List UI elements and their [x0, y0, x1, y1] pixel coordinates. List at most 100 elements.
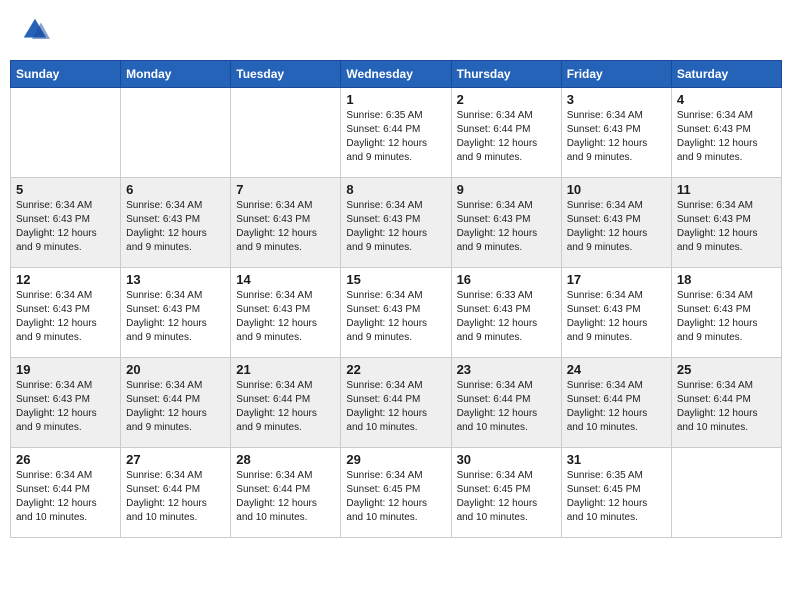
week-row-5: 26 Sunrise: 6:34 AM Sunset: 6:44 PM Dayli…	[11, 448, 782, 538]
cell-info: Sunrise: 6:34 AM Sunset: 6:43 PM Dayligh…	[236, 199, 335, 255]
cell-info: Sunrise: 6:34 AM Sunset: 6:43 PM Dayligh…	[567, 199, 666, 255]
week-row-4: 19 Sunrise: 6:34 AM Sunset: 6:43 PM Dayli…	[11, 358, 782, 448]
cell-info: Sunrise: 6:34 AM Sunset: 6:43 PM Dayligh…	[457, 199, 556, 255]
cell-info: Sunrise: 6:34 AM Sunset: 6:43 PM Dayligh…	[16, 199, 115, 255]
date-number: 2	[457, 92, 556, 107]
table-cell	[671, 448, 781, 538]
date-number: 19	[16, 362, 115, 377]
table-cell	[231, 88, 341, 178]
cell-info: Sunrise: 6:34 AM Sunset: 6:44 PM Dayligh…	[236, 379, 335, 435]
date-number: 12	[16, 272, 115, 287]
cell-info: Sunrise: 6:35 AM Sunset: 6:45 PM Dayligh…	[567, 469, 666, 525]
table-cell: 10 Sunrise: 6:34 AM Sunset: 6:43 PM Dayli…	[561, 178, 671, 268]
table-cell: 21 Sunrise: 6:34 AM Sunset: 6:44 PM Dayli…	[231, 358, 341, 448]
table-cell: 22Sunrise: 6:34 AM Sunset: 6:44 PM Dayli…	[341, 358, 451, 448]
cell-info: Sunrise: 6:34 AM Sunset: 6:43 PM Dayligh…	[346, 289, 445, 345]
cell-info: Sunrise: 6:34 AM Sunset: 6:43 PM Dayligh…	[236, 289, 335, 345]
table-cell: 26 Sunrise: 6:34 AM Sunset: 6:44 PM Dayli…	[11, 448, 121, 538]
table-cell: 19 Sunrise: 6:34 AM Sunset: 6:43 PM Dayli…	[11, 358, 121, 448]
cell-info: Sunrise: 6:34 AM Sunset: 6:44 PM Dayligh…	[677, 379, 776, 435]
table-cell: 30Sunrise: 6:34 AM Sunset: 6:45 PM Dayli…	[451, 448, 561, 538]
week-row-3: 12 Sunrise: 6:34 AM Sunset: 6:43 PM Dayli…	[11, 268, 782, 358]
date-number: 14	[236, 272, 335, 287]
date-number: 23	[457, 362, 556, 377]
logo-icon	[20, 15, 50, 45]
table-cell: 17Sunrise: 6:34 AM Sunset: 6:43 PM Dayli…	[561, 268, 671, 358]
cell-info: Sunrise: 6:34 AM Sunset: 6:44 PM Dayligh…	[16, 469, 115, 525]
header-row: Sunday Monday Tuesday Wednesday Thursday…	[11, 61, 782, 88]
cell-info: Sunrise: 6:34 AM Sunset: 6:43 PM Dayligh…	[16, 289, 115, 345]
table-cell: 12 Sunrise: 6:34 AM Sunset: 6:43 PM Dayli…	[11, 268, 121, 358]
date-number: 24	[567, 362, 666, 377]
day-header-wednesday: Wednesday	[341, 61, 451, 88]
date-number: 11	[677, 182, 776, 197]
week-row-1: 1 Sunrise: 6:35 AM Sunset: 6:44 PM Daylig…	[11, 88, 782, 178]
date-number: 7	[236, 182, 335, 197]
cell-info: Sunrise: 6:34 AM Sunset: 6:43 PM Dayligh…	[346, 199, 445, 255]
table-cell: 4Sunrise: 6:34 AM Sunset: 6:43 PM Daylig…	[671, 88, 781, 178]
table-cell: 6 Sunrise: 6:34 AM Sunset: 6:43 PM Daylig…	[121, 178, 231, 268]
date-number: 16	[457, 272, 556, 287]
date-number: 6	[126, 182, 225, 197]
date-number: 10	[567, 182, 666, 197]
table-cell: 24Sunrise: 6:34 AM Sunset: 6:44 PM Dayli…	[561, 358, 671, 448]
date-number: 5	[16, 182, 115, 197]
table-cell: 14 Sunrise: 6:34 AM Sunset: 6:43 PM Dayli…	[231, 268, 341, 358]
table-cell	[121, 88, 231, 178]
table-cell	[11, 88, 121, 178]
date-number: 13	[126, 272, 225, 287]
table-cell: 11 Sunrise: 6:34 AM Sunset: 6:43 PM Dayli…	[671, 178, 781, 268]
cell-info: Sunrise: 6:34 AM Sunset: 6:44 PM Dayligh…	[457, 379, 556, 435]
cell-info: Sunrise: 6:33 AM Sunset: 6:43 PM Dayligh…	[457, 289, 556, 345]
cell-info: Sunrise: 6:34 AM Sunset: 6:44 PM Dayligh…	[126, 469, 225, 525]
table-cell: 1 Sunrise: 6:35 AM Sunset: 6:44 PM Daylig…	[341, 88, 451, 178]
table-cell: 18Sunrise: 6:34 AM Sunset: 6:43 PM Dayli…	[671, 268, 781, 358]
cell-info: Sunrise: 6:34 AM Sunset: 6:45 PM Dayligh…	[346, 469, 445, 525]
date-number: 8	[346, 182, 445, 197]
table-cell: 25Sunrise: 6:34 AM Sunset: 6:44 PM Dayli…	[671, 358, 781, 448]
date-number: 3	[567, 92, 666, 107]
table-cell: 9Sunrise: 6:34 AM Sunset: 6:43 PM Daylig…	[451, 178, 561, 268]
date-number: 26	[16, 452, 115, 467]
table-cell: 29 Sunrise: 6:34 AM Sunset: 6:45 PM Dayli…	[341, 448, 451, 538]
date-number: 15	[346, 272, 445, 287]
cell-info: Sunrise: 6:35 AM Sunset: 6:44 PM Dayligh…	[346, 109, 445, 165]
cell-info: Sunrise: 6:34 AM Sunset: 6:43 PM Dayligh…	[16, 379, 115, 435]
date-number: 4	[677, 92, 776, 107]
logo	[20, 15, 54, 45]
cell-info: Sunrise: 6:34 AM Sunset: 6:44 PM Dayligh…	[126, 379, 225, 435]
table-cell: 8 Sunrise: 6:34 AM Sunset: 6:43 PM Daylig…	[341, 178, 451, 268]
cell-info: Sunrise: 6:34 AM Sunset: 6:43 PM Dayligh…	[126, 199, 225, 255]
date-number: 27	[126, 452, 225, 467]
table-cell: 7 Sunrise: 6:34 AM Sunset: 6:43 PM Daylig…	[231, 178, 341, 268]
calendar-table: Sunday Monday Tuesday Wednesday Thursday…	[10, 60, 782, 538]
table-cell: 23 Sunrise: 6:34 AM Sunset: 6:44 PM Dayli…	[451, 358, 561, 448]
cell-info: Sunrise: 6:34 AM Sunset: 6:43 PM Dayligh…	[567, 109, 666, 165]
table-cell: 20 Sunrise: 6:34 AM Sunset: 6:44 PM Dayli…	[121, 358, 231, 448]
table-cell: 16 Sunrise: 6:33 AM Sunset: 6:43 PM Dayli…	[451, 268, 561, 358]
day-header-tuesday: Tuesday	[231, 61, 341, 88]
date-number: 20	[126, 362, 225, 377]
date-number: 28	[236, 452, 335, 467]
cell-info: Sunrise: 6:34 AM Sunset: 6:43 PM Dayligh…	[677, 199, 776, 255]
day-header-monday: Monday	[121, 61, 231, 88]
day-header-thursday: Thursday	[451, 61, 561, 88]
cell-info: Sunrise: 6:34 AM Sunset: 6:43 PM Dayligh…	[677, 289, 776, 345]
cell-info: Sunrise: 6:34 AM Sunset: 6:44 PM Dayligh…	[236, 469, 335, 525]
table-cell: 27 Sunrise: 6:34 AM Sunset: 6:44 PM Dayli…	[121, 448, 231, 538]
table-cell: 2Sunrise: 6:34 AM Sunset: 6:44 PM Daylig…	[451, 88, 561, 178]
date-number: 21	[236, 362, 335, 377]
week-row-2: 5 Sunrise: 6:34 AM Sunset: 6:43 PM Daylig…	[11, 178, 782, 268]
cell-info: Sunrise: 6:34 AM Sunset: 6:43 PM Dayligh…	[126, 289, 225, 345]
table-cell: 13 Sunrise: 6:34 AM Sunset: 6:43 PM Dayli…	[121, 268, 231, 358]
day-header-friday: Friday	[561, 61, 671, 88]
date-number: 22	[346, 362, 445, 377]
page-header	[10, 10, 782, 50]
table-cell: 31 Sunrise: 6:35 AM Sunset: 6:45 PM Dayli…	[561, 448, 671, 538]
date-number: 31	[567, 452, 666, 467]
table-cell: 28 Sunrise: 6:34 AM Sunset: 6:44 PM Dayli…	[231, 448, 341, 538]
date-number: 1	[346, 92, 445, 107]
cell-info: Sunrise: 6:34 AM Sunset: 6:45 PM Dayligh…	[457, 469, 556, 525]
date-number: 29	[346, 452, 445, 467]
day-header-sunday: Sunday	[11, 61, 121, 88]
